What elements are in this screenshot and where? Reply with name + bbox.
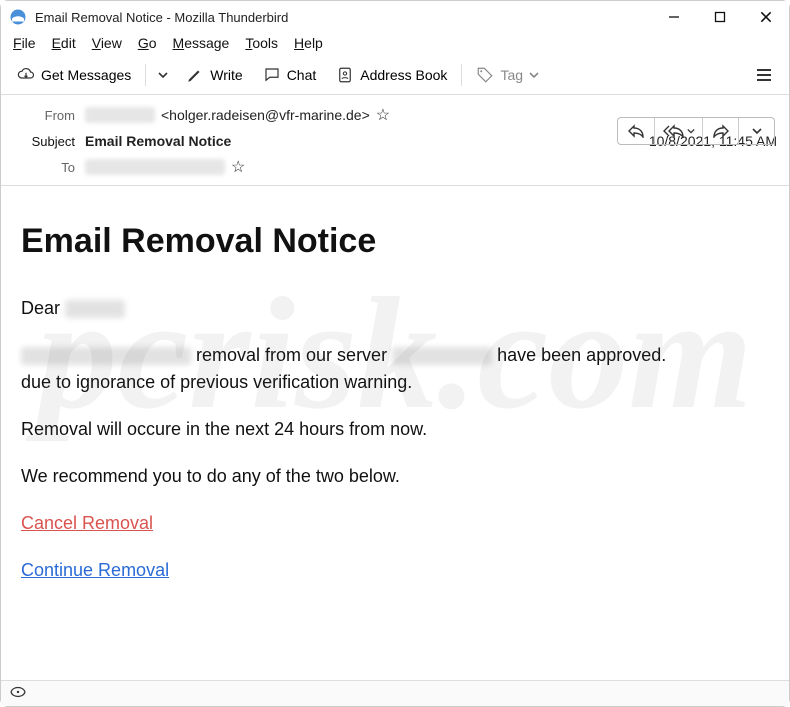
address-book-label: Address Book xyxy=(360,67,447,83)
tag-icon xyxy=(476,66,494,84)
from-email[interactable]: <holger.radeisen@vfr-marine.de> xyxy=(161,107,370,123)
menu-tools[interactable]: Tools xyxy=(245,35,278,51)
chat-label: Chat xyxy=(287,67,317,83)
menu-view[interactable]: View xyxy=(92,35,122,51)
tag-button[interactable]: Tag xyxy=(468,62,547,88)
chevron-down-icon xyxy=(687,127,695,135)
minimize-button[interactable] xyxy=(651,1,697,33)
window-controls xyxy=(651,1,789,33)
subject-label: Subject xyxy=(19,134,75,149)
address-book-icon xyxy=(336,66,354,84)
titlebar: Email Removal Notice - Mozilla Thunderbi… xyxy=(1,1,789,33)
star-icon[interactable]: ☆ xyxy=(231,157,245,177)
reply-all-button[interactable] xyxy=(654,118,702,144)
menu-edit[interactable]: Edit xyxy=(52,35,76,51)
body-text: due to ignorance of previous verificatio… xyxy=(21,372,412,392)
get-messages-label: Get Messages xyxy=(41,67,131,83)
chat-icon xyxy=(263,66,281,84)
write-button[interactable]: Write xyxy=(178,62,250,88)
to-label: To xyxy=(19,160,75,175)
cancel-removal-link[interactable]: Cancel Removal xyxy=(21,513,153,533)
thunderbird-icon xyxy=(9,8,27,26)
body-text: removal from our server xyxy=(196,345,387,365)
download-cloud-icon xyxy=(17,66,35,84)
toolbar: Get Messages Write Chat Address Book Tag xyxy=(1,55,789,95)
get-messages-button[interactable]: Get Messages xyxy=(9,62,139,88)
body-text: have been approved. xyxy=(497,345,666,365)
statusbar xyxy=(1,680,789,706)
menubar: File Edit View Go Message Tools Help xyxy=(1,33,789,55)
menu-help[interactable]: Help xyxy=(294,35,323,51)
menu-go[interactable]: Go xyxy=(138,35,157,51)
server-redacted xyxy=(392,347,492,365)
continue-removal-link[interactable]: Continue Removal xyxy=(21,560,169,580)
pencil-icon xyxy=(186,66,204,84)
email-redacted-1 xyxy=(21,347,191,365)
menu-message[interactable]: Message xyxy=(173,35,230,51)
app-menu-button[interactable] xyxy=(747,62,781,88)
separator xyxy=(461,64,462,86)
body-text: Removal will occure in the next 24 hours… xyxy=(21,416,769,443)
star-icon[interactable]: ☆ xyxy=(376,105,390,125)
reply-button[interactable] xyxy=(618,118,654,144)
forward-button[interactable] xyxy=(702,118,738,144)
recipient-name-redacted xyxy=(65,300,125,318)
chat-button[interactable]: Chat xyxy=(255,62,325,88)
chevron-down-icon xyxy=(752,126,762,136)
chevron-down-icon xyxy=(529,70,539,80)
menu-file[interactable]: File xyxy=(13,35,36,51)
message-actions xyxy=(617,117,775,145)
maximize-button[interactable] xyxy=(697,1,743,33)
write-label: Write xyxy=(210,67,242,83)
get-messages-dropdown[interactable] xyxy=(152,63,174,87)
more-actions-button[interactable] xyxy=(738,118,774,144)
address-book-button[interactable]: Address Book xyxy=(328,62,455,88)
message-body: Email Removal Notice Dear removal from o… xyxy=(1,186,789,622)
to-redacted xyxy=(85,159,225,175)
subject-text: Email Removal Notice xyxy=(85,133,231,149)
greeting: Dear xyxy=(21,298,60,318)
window-title: Email Removal Notice - Mozilla Thunderbi… xyxy=(35,10,651,25)
from-name-redacted xyxy=(85,107,155,123)
body-text: We recommend you to do any of the two be… xyxy=(21,463,769,490)
from-label: From xyxy=(19,108,75,123)
tag-label: Tag xyxy=(500,67,523,83)
hamburger-icon xyxy=(755,66,773,84)
email-title: Email Removal Notice xyxy=(21,216,769,267)
close-button[interactable] xyxy=(743,1,789,33)
separator xyxy=(145,64,146,86)
activity-icon xyxy=(9,685,27,702)
to-row: To ☆ xyxy=(19,153,777,181)
